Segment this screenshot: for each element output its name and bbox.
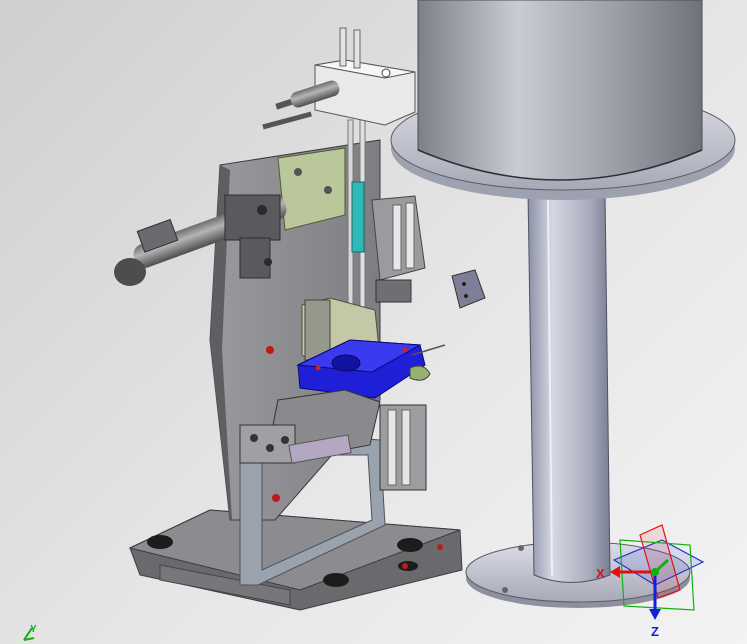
- red-bolt: [402, 347, 408, 353]
- small-bracket: [451, 269, 486, 309]
- green-fitting: [409, 365, 431, 381]
- air-fitting: [339, 27, 347, 67]
- green-bracket: [277, 147, 346, 231]
- cylinder-tower[interactable]: [390, 0, 736, 608]
- compass-handle: [651, 568, 659, 576]
- dowel-pin: [262, 111, 312, 130]
- clamp-bore: [331, 354, 361, 372]
- slide-rail: [405, 202, 415, 269]
- x-axis-label: X: [596, 566, 605, 581]
- tower-post: [527, 191, 611, 583]
- slide-base: [375, 279, 412, 303]
- bracket-bolt: [294, 168, 302, 176]
- gripper-jaw: [239, 424, 296, 464]
- base-bolt-hole: [518, 545, 524, 551]
- upper-cylinder: [417, 0, 703, 181]
- y-axis-label: Y: [30, 624, 37, 635]
- sensor-block: [351, 181, 365, 253]
- red-bolt: [272, 494, 280, 502]
- red-bolt: [315, 365, 321, 371]
- red-bolt: [437, 544, 443, 550]
- slide-rail: [392, 204, 402, 271]
- assembly-scene[interactable]: X Z Y: [0, 0, 747, 644]
- horizontal-air-cylinder: [114, 194, 287, 286]
- air-fitting: [353, 29, 361, 69]
- socket-screw: [281, 436, 289, 444]
- z-axis-label: Z: [651, 624, 659, 639]
- lower-slide-rail: [401, 409, 411, 486]
- red-bolt: [266, 346, 274, 354]
- rubber-foot: [147, 535, 173, 549]
- port-hole: [381, 68, 391, 78]
- red-bolt: [402, 563, 408, 569]
- socket-screw: [266, 444, 274, 452]
- z-axis-arrowhead: [649, 609, 661, 620]
- socket-screw: [250, 434, 258, 442]
- rubber-foot: [323, 573, 349, 587]
- bracket-hole: [462, 282, 466, 286]
- base-bolt-hole: [502, 587, 508, 593]
- rubber-foot: [397, 538, 423, 552]
- lower-slide-rail: [387, 409, 397, 486]
- bracket-hole: [464, 294, 468, 298]
- bracket-bolt: [324, 186, 332, 194]
- mini-axis-triad-icon[interactable]: Y: [23, 624, 37, 641]
- cad-3d-viewport[interactable]: X Z Y: [0, 0, 747, 644]
